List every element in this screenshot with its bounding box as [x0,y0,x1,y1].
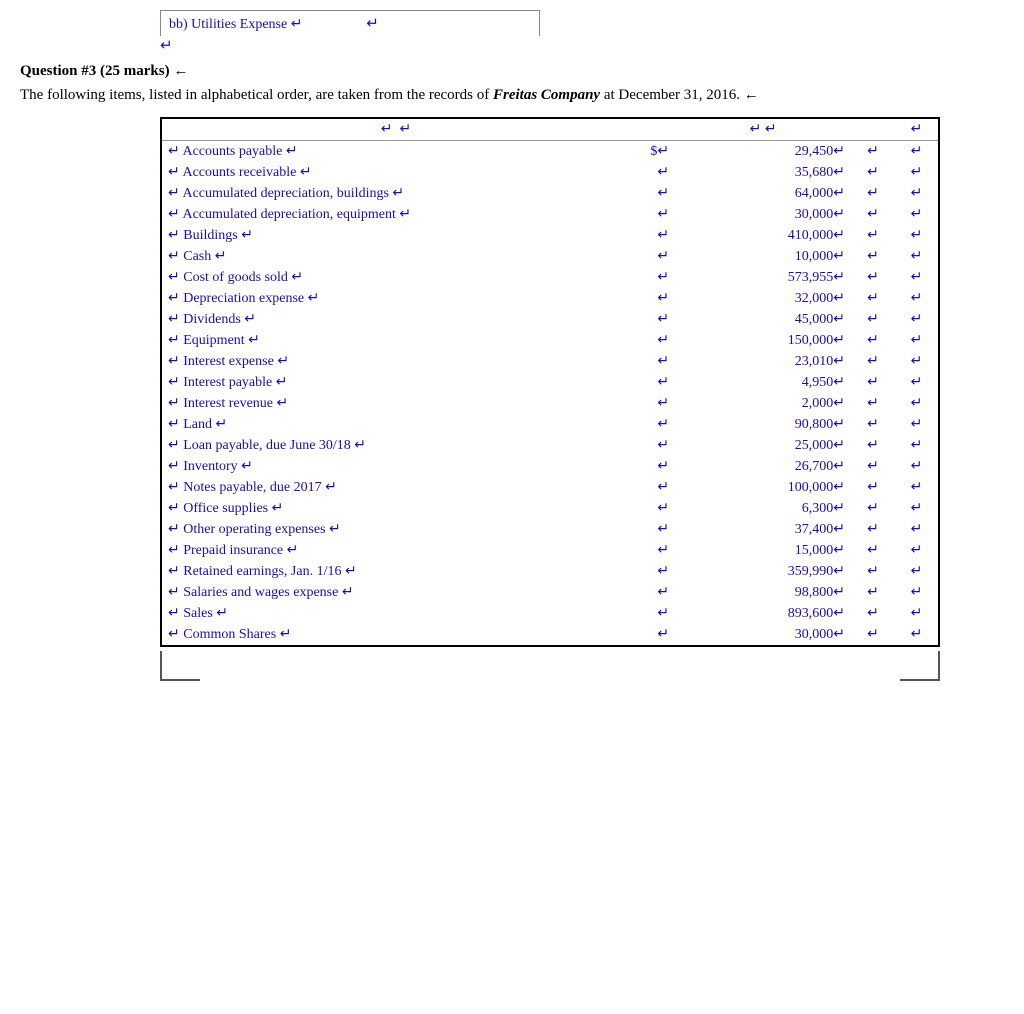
table-row: ↵ Land ↵ ↵ 90,800↵ ↵ ↵ [161,414,939,435]
table-row: ↵ Cash ↵ ↵ 10,000↵ ↵ ↵ [161,246,939,267]
table-row: ↵ Salaries and wages expense ↵ ↵ 98,800↵… [161,582,939,603]
table-row: ↵ Prepaid insurance ↵ ↵ 15,000↵ ↵ ↵ [161,540,939,561]
table-row: ↵ Common Shares ↵ ↵ 30,000↵ ↵ ↵ [161,624,939,646]
utilities-label: bb) Utilities Expense ↵ [169,17,302,32]
table-row: ↵ Depreciation expense ↵ ↵ 32,000↵ ↵ ↵ [161,288,939,309]
bottom-left-corner [160,651,200,681]
table-row: ↵ Retained earnings, Jan. 1/16 ↵ ↵ 359,9… [161,561,939,582]
table-row: ↵ Other operating expenses ↵ ↵ 37,400↵ ↵… [161,519,939,540]
table-row: ↵ Interest expense ↵ ↵ 23,010↵ ↵ ↵ [161,351,939,372]
table-row: ↵ Cost of goods sold ↵ ↵ 573,955↵ ↵ ↵ [161,267,939,288]
table-row: ↵ Buildings ↵ ↵ 410,000↵ ↵ ↵ [161,225,939,246]
table-row: ↵ Loan payable, due June 30/18 ↵ ↵ 25,00… [161,435,939,456]
table-row: ↵ Equipment ↵ ↵ 150,000↵ ↵ ↵ [161,330,939,351]
table-row: ↵ Inventory ↵ ↵ 26,700↵ ↵ ↵ [161,456,939,477]
bottom-right-corner [900,651,940,681]
return-arrow-top: ↵ [160,38,173,54]
intro-text: The following items, listed in alphabeti… [20,84,1004,107]
table-row: ↵ Dividends ↵ ↵ 45,000↵ ↵ ↵ [161,309,939,330]
table-row: ↵ Sales ↵ ↵ 893,600↵ ↵ ↵ [161,603,939,624]
table-header-row: ↵ ↵ ↵ ↵ ↵ [161,118,939,141]
question-header: Question #3 (25 marks) ← [20,63,1004,80]
utilities-arrow: ↵ [366,16,379,32]
table-row: ↵ Office supplies ↵ ↵ 6,300↵ ↵ ↵ [161,498,939,519]
table-row: ↵ Interest revenue ↵ ↵ 2,000↵ ↵ ↵ [161,393,939,414]
table-row: ↵ Accumulated depreciation, buildings ↵ … [161,183,939,204]
table-row: ↵ Accounts receivable ↵ ↵ 35,680↵ ↵ ↵ [161,162,939,183]
table-row: ↵ Accounts payable ↵ $↵ 29,450↵ ↵ ↵ [161,140,939,162]
table-row: ↵ Notes payable, due 2017 ↵ ↵ 100,000↵ ↵… [161,477,939,498]
table-row: ↵ Interest payable ↵ ↵ 4,950↵ ↵ ↵ [161,372,939,393]
table-row: ↵ Accumulated depreciation, equipment ↵ … [161,204,939,225]
